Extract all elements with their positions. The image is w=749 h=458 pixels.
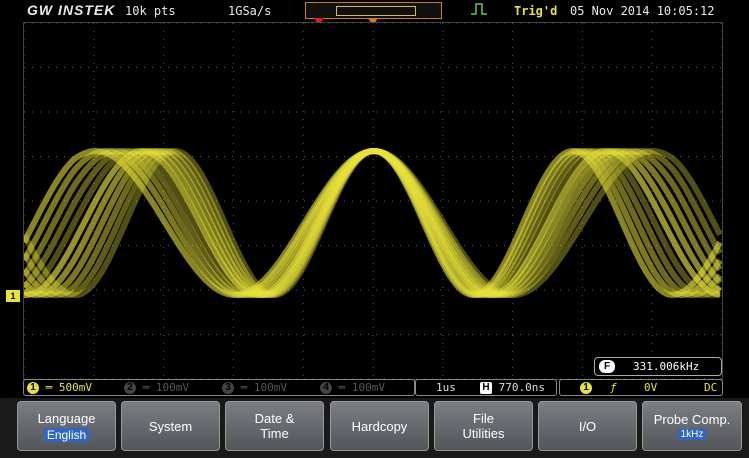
trigger-source: 1 xyxy=(580,381,592,394)
probe-comp-button[interactable]: Probe Comp. 1kHz xyxy=(642,401,742,451)
trigger-level: 0V xyxy=(644,381,658,394)
date-time-button[interactable]: Date & Time xyxy=(225,401,324,451)
sample-rate: 1GSa/s xyxy=(228,4,272,18)
softkey-menu: Language English System Date & Time Hard… xyxy=(0,398,749,458)
timebase-readout[interactable]: 1us H 770.0ns xyxy=(415,379,557,396)
channel-1-level-marker[interactable]: 1 xyxy=(6,290,20,302)
trigger-coupling: DC xyxy=(704,381,718,394)
waveform-grid xyxy=(24,23,722,379)
waveform-display[interactable] xyxy=(23,22,723,380)
channel-3-status[interactable]: 3 ═ 100mV xyxy=(222,381,287,394)
hardcopy-button[interactable]: Hardcopy xyxy=(330,401,429,451)
language-value: English xyxy=(43,427,90,442)
date-time: 05 Nov 2014 10:05:12 xyxy=(570,4,715,18)
record-length: 10k pts xyxy=(125,4,176,18)
channel-scales: 1 ═ 500mV 2 ═ 100mV 3 ═ 100mV 4 ═ 100mV xyxy=(23,379,415,396)
frequency-icon: F xyxy=(599,360,615,373)
position-icon: H xyxy=(480,382,492,394)
memory-overview-bar xyxy=(305,2,442,19)
file-utilities-button[interactable]: File Utilities xyxy=(434,401,533,451)
timebase-value: 1us xyxy=(436,381,456,394)
frequency-readout: F 331.006kHz xyxy=(594,357,722,376)
io-button[interactable]: I/O xyxy=(538,401,637,451)
channel-2-status[interactable]: 2 ═ 100mV xyxy=(124,381,189,394)
channel-4-status[interactable]: 4 ═ 100mV xyxy=(320,381,385,394)
trigger-readout[interactable]: 1 ƒ 0V DC xyxy=(559,379,723,396)
channel-status-bar: 1 ═ 500mV 2 ═ 100mV 3 ═ 100mV 4 ═ 100mV … xyxy=(23,379,723,396)
trigger-status: Trig'd xyxy=(514,4,558,18)
horizontal-position: H 770.0ns xyxy=(480,381,545,394)
trigger-edge-icon xyxy=(470,2,488,19)
probe-comp-value: 1kHz xyxy=(677,429,707,440)
channel-1-status[interactable]: 1 ═ 500mV xyxy=(27,381,92,394)
rising-edge-icon: ƒ xyxy=(610,381,617,394)
system-button[interactable]: System xyxy=(121,401,220,451)
language-button[interactable]: Language English xyxy=(17,401,116,451)
frequency-value: 331.006kHz xyxy=(633,360,700,373)
brand-logo: GW INSTEK xyxy=(27,2,116,18)
